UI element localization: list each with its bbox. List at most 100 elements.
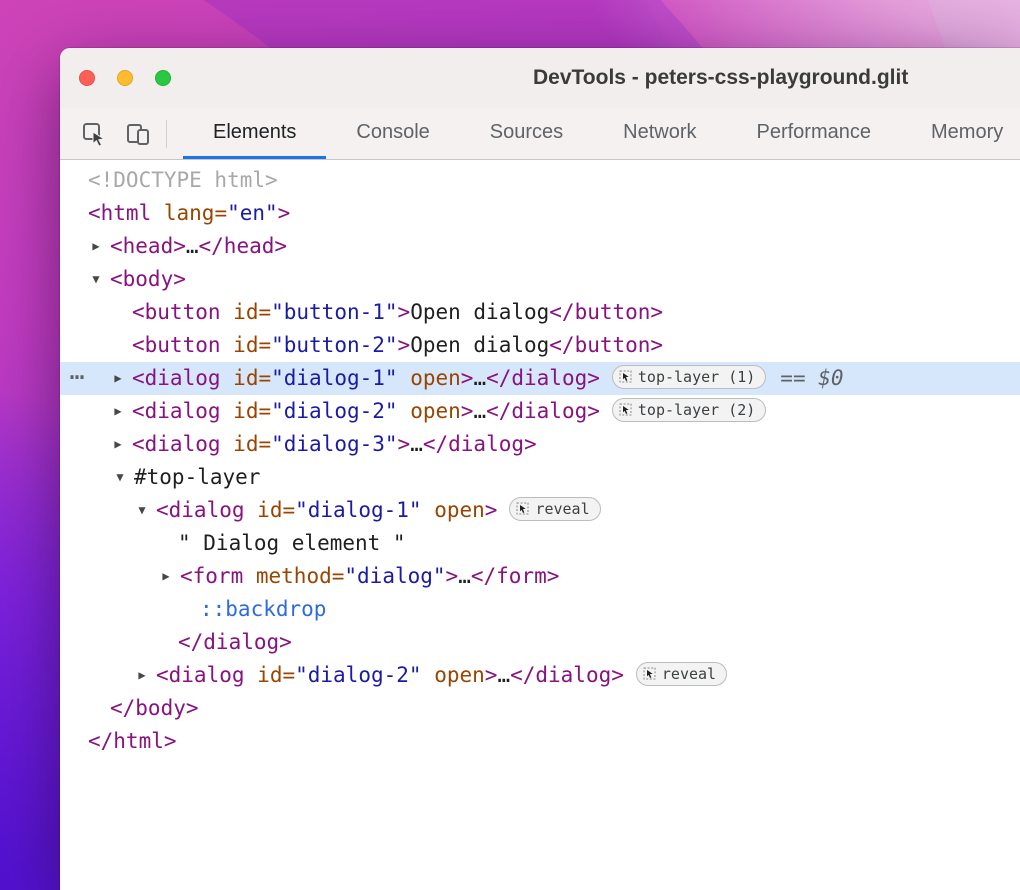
code-token: <!DOCTYPE html>: [88, 168, 278, 192]
inspect-element-icon[interactable]: [80, 120, 108, 148]
zoom-button[interactable]: [155, 70, 171, 86]
code-token: >: [398, 300, 411, 324]
dom-tree-row[interactable]: ▶<form method="dialog">…</form>: [60, 560, 1020, 593]
code-token: method=: [256, 564, 345, 588]
code-token: </dialog>: [486, 366, 600, 390]
code-token: >: [446, 564, 459, 588]
code-token: [221, 333, 234, 357]
code-token: >: [398, 432, 411, 456]
code-token: [245, 663, 258, 687]
badge-label: reveal: [662, 664, 716, 684]
code-token: >: [461, 399, 474, 423]
elements-panel: <!DOCTYPE html> <html lang="en">▶<head>…<…: [60, 160, 1020, 889]
console-equals-operator: ==: [780, 366, 818, 390]
code-token: id=: [257, 498, 295, 522]
device-toolbar-icon[interactable]: [124, 120, 152, 148]
code-token: [221, 432, 234, 456]
code-token: >: [461, 366, 474, 390]
dom-tree: <!DOCTYPE html> <html lang="en">▶<head>…<…: [60, 164, 1020, 758]
dom-tree-row[interactable]: ::backdrop: [60, 593, 1020, 626]
tab-network[interactable]: Network: [593, 108, 726, 159]
code-token: [245, 498, 258, 522]
code-token: >: [398, 333, 411, 357]
close-button[interactable]: [79, 70, 95, 86]
code-token: <dialog: [132, 366, 221, 390]
tab-elements[interactable]: Elements: [183, 108, 326, 159]
code-token: </dialog>: [178, 630, 292, 654]
dom-tree-row[interactable]: <!DOCTYPE html>: [60, 164, 1020, 197]
dom-tree-row[interactable]: ▶<dialog id="dialog-3">…</dialog>: [60, 428, 1020, 461]
code-token: id=: [233, 432, 271, 456]
inspect-target-icon: [643, 667, 656, 680]
code-token: "dialog-2": [295, 663, 421, 687]
code-token: [243, 564, 256, 588]
expand-arrow-right-icon[interactable]: ▶: [108, 362, 128, 395]
code-token: lang=: [164, 201, 227, 225]
dom-tree-row[interactable]: ▶<head>…</head>: [60, 230, 1020, 263]
tab-console[interactable]: Console: [326, 108, 459, 159]
code-token: </html>: [88, 729, 177, 753]
code-token: "button-1": [271, 300, 397, 324]
dom-tree-row[interactable]: <button id="button-1">Open dialog</butto…: [60, 296, 1020, 329]
tab-memory[interactable]: Memory: [901, 108, 1020, 159]
dom-tree-row[interactable]: </dialog>: [60, 626, 1020, 659]
top-layer-badge[interactable]: top-layer (2): [612, 398, 766, 422]
code-token: "dialog": [344, 564, 445, 588]
top-layer-badge[interactable]: top-layer (1): [612, 365, 766, 389]
expand-arrow-down-icon[interactable]: ▼: [86, 263, 106, 296]
dom-tree-row[interactable]: ⋯▶<dialog id="dialog-1" open>…</dialog>t…: [60, 362, 1020, 395]
code-token: [221, 399, 234, 423]
dom-tree-row[interactable]: ▼<body>: [60, 263, 1020, 296]
code-token: <button: [132, 300, 221, 324]
badge-label: top-layer (2): [638, 400, 755, 420]
devtools-toolbar-icons: [60, 108, 167, 159]
minimize-button[interactable]: [117, 70, 133, 86]
code-token: >: [485, 663, 498, 687]
code-token: <dialog: [156, 498, 245, 522]
dom-tree-row[interactable]: ▼#top-layer: [60, 461, 1020, 494]
code-token: </dialog>: [510, 663, 624, 687]
code-token: >: [278, 201, 291, 225]
dom-tree-row[interactable]: ▼<dialog id="dialog-1" open>reveal: [60, 494, 1020, 527]
dom-tree-row[interactable]: " Dialog element ": [60, 527, 1020, 560]
expand-arrow-right-icon[interactable]: ▶: [108, 395, 128, 428]
console-last-selected-variable: $0: [818, 366, 843, 390]
window-titlebar[interactable]: DevTools - peters-css-playground.glit: [60, 48, 1020, 108]
dom-tree-row[interactable]: </html>: [60, 725, 1020, 758]
code-token: #top-layer: [134, 465, 260, 489]
dom-tree-row[interactable]: </body>: [60, 692, 1020, 725]
code-token: [398, 399, 411, 423]
dom-tree-row[interactable]: <html lang="en">: [60, 197, 1020, 230]
code-token: "dialog-1": [271, 366, 397, 390]
toolbar-separator: [166, 120, 167, 148]
code-token: [221, 366, 234, 390]
tab-sources[interactable]: Sources: [460, 108, 593, 159]
expand-arrow-right-icon[interactable]: ▶: [156, 560, 176, 593]
window-title: DevTools - peters-css-playground.glit: [533, 48, 908, 108]
expand-arrow-right-icon[interactable]: ▶: [132, 659, 152, 692]
code-token: id=: [233, 333, 271, 357]
expand-arrow-right-icon[interactable]: ▶: [108, 428, 128, 461]
reveal-badge[interactable]: reveal: [636, 662, 727, 686]
code-token: </dialog>: [423, 432, 537, 456]
code-token: [151, 201, 164, 225]
more-actions-icon[interactable]: ⋯: [64, 362, 90, 392]
reveal-badge[interactable]: reveal: [509, 497, 600, 521]
code-token: </form>: [471, 564, 560, 588]
expand-arrow-right-icon[interactable]: ▶: [86, 230, 106, 263]
dom-tree-row[interactable]: <button id="button-2">Open dialog</butto…: [60, 329, 1020, 362]
badge-label: top-layer (1): [638, 367, 755, 387]
code-token: open: [410, 399, 461, 423]
dom-tree-row[interactable]: ▶<dialog id="dialog-2" open>…</dialog>to…: [60, 395, 1020, 428]
code-token: …: [473, 399, 486, 423]
devtools-tabbar: ElementsConsoleSourcesNetworkPerformance…: [60, 108, 1020, 160]
code-token: …: [473, 366, 486, 390]
expand-arrow-down-icon[interactable]: ▼: [110, 461, 130, 494]
tab-performance[interactable]: Performance: [727, 108, 902, 159]
code-token: …: [497, 663, 510, 687]
code-token: id=: [233, 399, 271, 423]
code-token: Open dialog: [410, 300, 549, 324]
expand-arrow-down-icon[interactable]: ▼: [132, 494, 152, 527]
code-token: [221, 300, 234, 324]
dom-tree-row[interactable]: ▶<dialog id="dialog-2" open>…</dialog>re…: [60, 659, 1020, 692]
